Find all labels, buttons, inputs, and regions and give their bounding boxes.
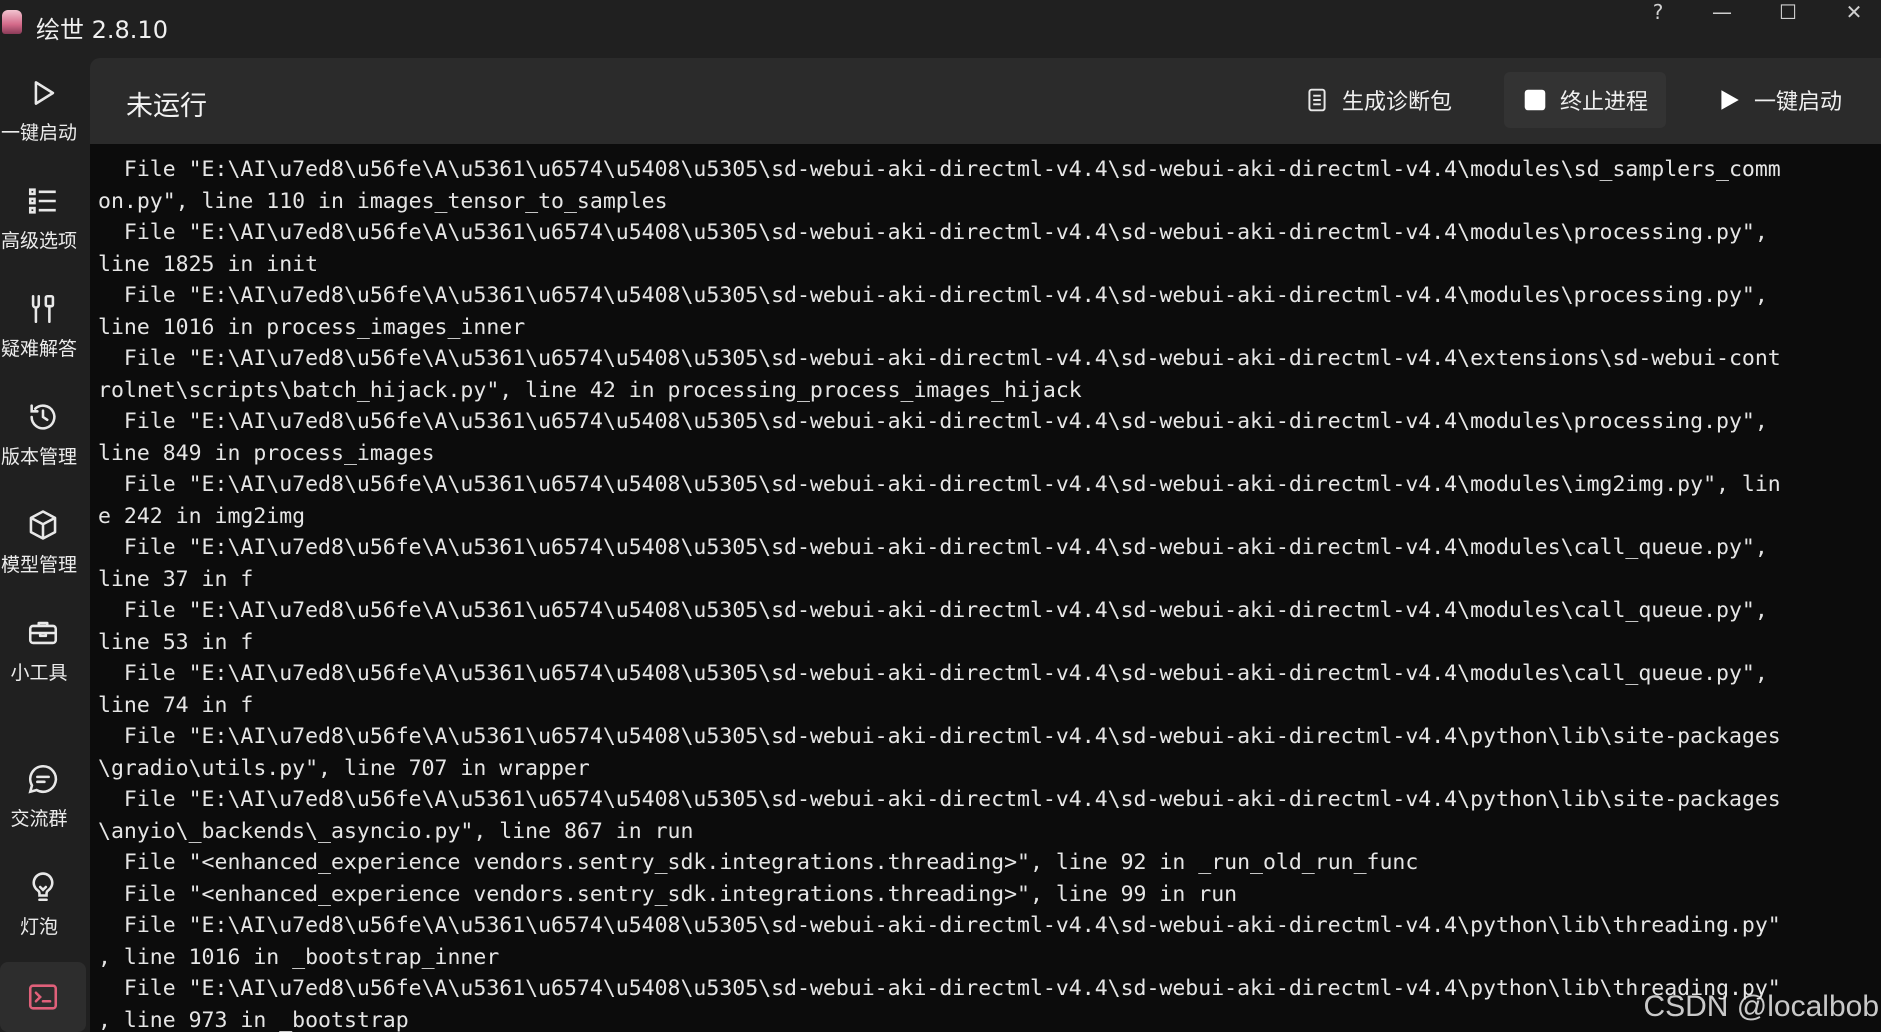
console-line: \anyio\_backends\_asyncio.py", line 867 …	[98, 818, 694, 844]
chat-icon	[28, 764, 58, 794]
sidebar-item-tools[interactable]: 小工具	[0, 596, 86, 692]
app-logo	[2, 10, 22, 34]
console-line: File "<enhanced_experience vendors.sentr…	[98, 881, 1238, 907]
stop-process-label: 终止进程	[1560, 90, 1649, 115]
sidebar-item-label: 交流群	[10, 808, 68, 830]
document-icon	[1308, 88, 1326, 112]
sidebar-item-models[interactable]: 模型管理	[0, 488, 86, 584]
close-button[interactable]: ✕	[1834, 0, 1874, 24]
sidebar-item-label: 小工具	[10, 662, 68, 684]
diagnostics-button[interactable]: 生成诊断包	[1286, 72, 1470, 128]
console-line: on.py", line 110 in images_tensor_to_sam…	[98, 188, 668, 214]
console-line: , line 973 in _bootstrap	[98, 1007, 409, 1032]
console-line: File "E:\AI\u7ed8\u56fe\A\u5361\u6574\u5…	[98, 535, 1768, 560]
sidebar-item-label: 模型管理	[0, 554, 77, 576]
play-icon	[1721, 90, 1739, 110]
title-bar: 绘世 2.8.10 ? — ☐ ✕	[0, 0, 1881, 48]
console-line: File "E:\AI\u7ed8\u56fe\A\u5361\u6574\u5…	[98, 409, 1768, 434]
console-line: , line 1016 in _bootstrap_inner	[98, 944, 500, 970]
toolbox-icon	[28, 621, 58, 645]
play-icon	[34, 81, 55, 105]
sidebar-item-label: 高级选项	[0, 230, 77, 252]
sidebar-item-community[interactable]: 交流群	[0, 742, 86, 838]
sidebar-item-launch[interactable]: 一键启动	[0, 56, 86, 152]
console-line: File "E:\AI\u7ed8\u56fe\A\u5361\u6574\u5…	[98, 913, 1781, 938]
help-button[interactable]: ?	[1638, 0, 1678, 24]
stop-process-button[interactable]: 终止进程	[1504, 72, 1667, 128]
console-line: rolnet\scripts\batch_hijack.py", line 42…	[98, 377, 1082, 403]
sidebar-item-label: 疑难解答	[0, 338, 77, 360]
sidebar-item-troubleshoot[interactable]: 疑难解答	[0, 272, 86, 368]
console-line: File "E:\AI\u7ed8\u56fe\A\u5361\u6574\u5…	[98, 661, 1768, 686]
sidebar-item-versions[interactable]: 版本管理	[0, 380, 86, 476]
console-line: line 37 in f	[98, 566, 254, 592]
console-line: File "<enhanced_experience vendors.sentr…	[98, 850, 1419, 875]
stop-icon	[1524, 89, 1546, 111]
sidebar-item-label: 版本管理	[0, 446, 77, 468]
console-line: File "E:\AI\u7ed8\u56fe\A\u5361\u6574\u5…	[98, 346, 1781, 371]
main-panel: 未运行 生成诊断包 终止进程 一键启动 File "E:\AI\u7ed8\u5…	[90, 58, 1881, 1032]
minimize-button[interactable]: —	[1702, 0, 1742, 24]
sidebar-item-label: 灯泡	[19, 916, 58, 938]
console-line: File "E:\AI\u7ed8\u56fe\A\u5361\u6574\u5…	[98, 157, 1781, 182]
watermark: CSDN @localbob	[1643, 990, 1879, 1023]
cube-icon	[29, 510, 57, 540]
maximize-button[interactable]: ☐	[1768, 0, 1808, 24]
tools-icon	[31, 294, 55, 324]
console-line: File "E:\AI\u7ed8\u56fe\A\u5361\u6574\u5…	[98, 724, 1781, 749]
diagnostics-label: 生成诊断包	[1342, 90, 1453, 115]
console-line: File "E:\AI\u7ed8\u56fe\A\u5361\u6574\u5…	[98, 220, 1768, 245]
sidebar: 一键启动 高级选项 疑难解答 版本管理 模型管理 小工具 交流群 灯泡	[0, 48, 88, 1032]
console-line: line 53 in f	[98, 629, 254, 655]
launch-button[interactable]: 一键启动	[1698, 72, 1860, 128]
console-line: File "E:\AI\u7ed8\u56fe\A\u5361\u6574\u5…	[98, 976, 1781, 1001]
console-line: File "E:\AI\u7ed8\u56fe\A\u5361\u6574\u5…	[98, 787, 1781, 812]
console-line: line 849 in process_images	[98, 440, 435, 466]
console-line: line 1825 in init	[98, 251, 319, 277]
bulb-icon	[32, 872, 54, 902]
sidebar-item-label: 一键启动	[0, 122, 77, 144]
launch-label: 一键启动	[1754, 90, 1843, 115]
console-line: line 1016 in process_images_inner	[98, 314, 526, 340]
console-line: line 74 in f	[98, 692, 254, 718]
status-text: 未运行	[126, 91, 207, 122]
console-line: File "E:\AI\u7ed8\u56fe\A\u5361\u6574\u5…	[98, 598, 1768, 623]
list-icon	[28, 188, 56, 214]
sidebar-item-advanced[interactable]: 高级选项	[0, 164, 86, 260]
console-line: \gradio\utils.py", line 707 in wrapper	[98, 755, 590, 781]
console-output[interactable]: File "E:\AI\u7ed8\u56fe\A\u5361\u6574\u5…	[90, 144, 1881, 1032]
console-line: e 242 in img2img	[98, 503, 306, 529]
sidebar-item-bulb[interactable]: 灯泡	[0, 850, 86, 946]
console-lines: File "E:\AI\u7ed8\u56fe\A\u5361\u6574\u5…	[90, 144, 1881, 1032]
history-icon	[30, 404, 56, 430]
console-line: File "E:\AI\u7ed8\u56fe\A\u5361\u6574\u5…	[98, 283, 1768, 308]
toolbar: 未运行 生成诊断包 终止进程 一键启动	[90, 58, 1881, 144]
console-line: File "E:\AI\u7ed8\u56fe\A\u5361\u6574\u5…	[98, 472, 1781, 497]
sidebar-item-console[interactable]	[0, 962, 86, 1032]
console-icon	[28, 984, 58, 1010]
window-title: 绘世 2.8.10	[36, 16, 168, 44]
